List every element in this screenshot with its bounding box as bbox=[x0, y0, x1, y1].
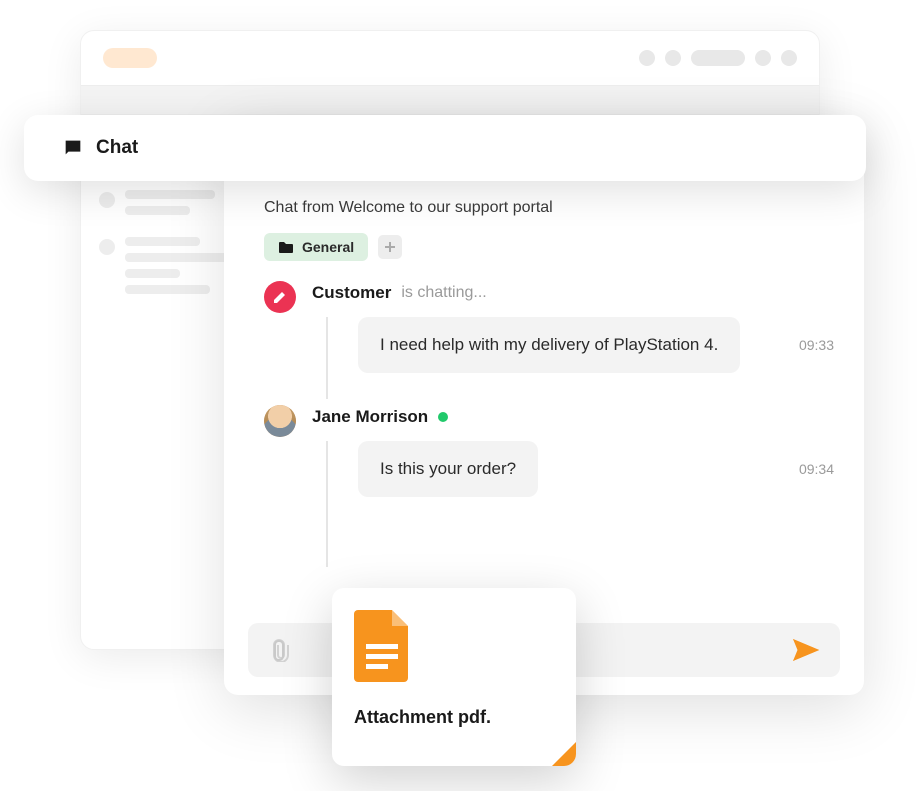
message-row: Is this your order? 09:34 bbox=[358, 441, 834, 497]
attachment-card[interactable]: Attachment pdf. bbox=[332, 588, 576, 766]
customer-avatar bbox=[264, 281, 296, 313]
thread-line: Is this your order? 09:34 bbox=[326, 441, 834, 567]
pencil-icon bbox=[273, 290, 287, 304]
message-row: I need help with my delivery of PlayStat… bbox=[358, 317, 834, 373]
chat-icon bbox=[62, 137, 84, 159]
thread-line: I need help with my delivery of PlayStat… bbox=[326, 317, 834, 399]
attachment-icon[interactable] bbox=[268, 638, 290, 662]
window-controls bbox=[639, 50, 797, 66]
tag-row: General bbox=[264, 233, 834, 261]
chat-header: Chat bbox=[24, 115, 866, 181]
message-bubble: I need help with my delivery of PlayStat… bbox=[358, 317, 740, 373]
folder-icon bbox=[278, 241, 294, 254]
chat-title: Chat bbox=[96, 137, 138, 159]
control-bar bbox=[691, 50, 745, 66]
tag-label: General bbox=[302, 239, 354, 255]
control-dot bbox=[781, 50, 797, 66]
message-header: Customer is chatting... bbox=[312, 283, 834, 303]
message-group: Customer is chatting... I need help with… bbox=[264, 283, 834, 399]
background-toolbar bbox=[81, 85, 819, 115]
category-tag[interactable]: General bbox=[264, 233, 368, 261]
online-status-dot bbox=[438, 412, 448, 422]
plus-icon bbox=[384, 241, 396, 253]
message-group: Jane Morrison Is this your order? 09:34 bbox=[264, 407, 834, 567]
send-icon[interactable] bbox=[792, 638, 820, 662]
background-titlebar bbox=[81, 31, 819, 85]
add-tag-button[interactable] bbox=[378, 235, 402, 259]
control-dot bbox=[755, 50, 771, 66]
file-icon bbox=[354, 610, 412, 682]
message-bubble: Is this your order? bbox=[358, 441, 538, 497]
control-dot bbox=[665, 50, 681, 66]
logo-placeholder bbox=[103, 48, 157, 68]
sender-name: Jane Morrison bbox=[312, 407, 428, 427]
attachment-label: Attachment pdf. bbox=[354, 707, 554, 728]
agent-avatar bbox=[264, 405, 296, 437]
chat-body: Chat from Welcome to our support portal … bbox=[264, 199, 834, 567]
message-header: Jane Morrison bbox=[312, 407, 834, 427]
chat-subject: Chat from Welcome to our support portal bbox=[264, 199, 834, 217]
sender-name: Customer bbox=[312, 283, 391, 303]
control-dot bbox=[639, 50, 655, 66]
typing-status: is chatting... bbox=[401, 284, 486, 302]
message-time: 09:33 bbox=[799, 337, 834, 353]
message-time: 09:34 bbox=[799, 461, 834, 477]
